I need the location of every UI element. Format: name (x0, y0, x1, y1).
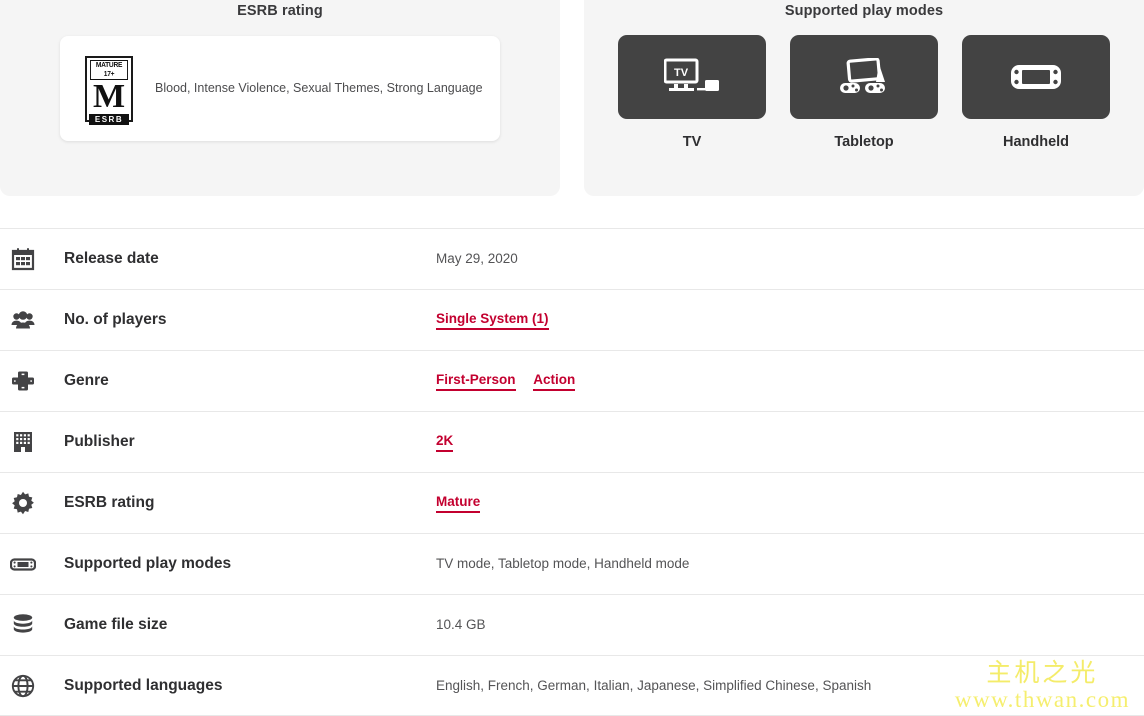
players-icon (8, 308, 38, 332)
handheld-mode-label: Handheld (1002, 134, 1070, 150)
play-mode-tabletop: Tabletop (790, 35, 938, 150)
detail-row-genre: Genre First-Person Action (0, 350, 1144, 411)
tabletop-mode-label: Tabletop (834, 134, 894, 150)
detail-value-esrb-rating: Mature (436, 493, 481, 514)
link-esrb-mature[interactable]: Mature (436, 493, 481, 514)
detail-label-players: No. of players (64, 311, 167, 328)
handheld-console-icon (8, 552, 38, 576)
detail-label-languages: Supported languages (64, 676, 223, 694)
link-genre-first-person[interactable]: First-Person (436, 371, 516, 392)
detail-value-genre: First-Person Action (436, 371, 576, 392)
tv-mode-tile: TV (618, 35, 766, 119)
detail-value-players: Single System (1) (436, 310, 549, 331)
detail-label-file-size: Game file size (64, 616, 168, 633)
svg-text:TV: TV (674, 67, 689, 79)
detail-row-play-modes: Supported play modes TV mode, Tabletop m… (0, 533, 1144, 594)
esrb-rating-card: MATURE 17+ M ESRB Blood, Intense Violenc… (60, 36, 500, 141)
detail-row-esrb-rating: ESRB rating Mature (0, 472, 1144, 533)
database-icon (8, 613, 38, 637)
tv-mode-icon: TV (664, 58, 719, 91)
esrb-content-descriptors: Blood, Intense Violence, Sexual Themes, … (155, 80, 483, 95)
detail-value-languages: English, French, German, Italian, Japane… (436, 677, 872, 693)
esrb-logo-letter: M (89, 79, 129, 114)
building-icon (8, 430, 38, 454)
supported-play-modes-panel: Supported play modes TV TV Tabletop Hand… (584, 0, 1144, 196)
play-mode-handheld: Handheld (962, 35, 1110, 150)
globe-icon (8, 674, 38, 698)
top-panels: ESRB rating MATURE 17+ M ESRB Blood, Int… (0, 0, 1144, 196)
detail-row-release-date: Release date May 29, 2020 (0, 228, 1144, 289)
game-details-list: Release date May 29, 2020 No. of players… (0, 228, 1144, 716)
detail-label-esrb-rating: ESRB rating (64, 494, 155, 511)
esrb-logo-top-text: MATURE 17+ (90, 59, 128, 80)
detail-label-play-modes: Supported play modes (64, 555, 232, 572)
detail-row-file-size: Game file size 10.4 GB (0, 594, 1144, 655)
link-single-system[interactable]: Single System (1) (436, 310, 549, 331)
esrb-rating-panel: ESRB rating MATURE 17+ M ESRB Blood, Int… (0, 0, 560, 196)
dpad-icon (8, 369, 38, 393)
play-modes-panel-title: Supported play modes (784, 3, 944, 19)
detail-label-publisher: Publisher (64, 433, 135, 450)
link-publisher-2k[interactable]: 2K (436, 432, 454, 453)
detail-value-publisher: 2K (436, 432, 454, 453)
esrb-logo-icon: MATURE 17+ M ESRB (85, 55, 133, 125)
handheld-mode-tile (962, 35, 1110, 119)
calendar-icon (8, 247, 38, 271)
detail-row-publisher: Publisher 2K (0, 411, 1144, 472)
esrb-panel-title: ESRB rating (237, 3, 323, 19)
tabletop-mode-tile (790, 35, 938, 119)
play-modes-row: TV TV Tabletop Handheld (584, 35, 1144, 150)
play-mode-tv: TV TV (618, 35, 766, 150)
game-details-page: ESRB rating MATURE 17+ M ESRB Blood, Int… (0, 0, 1144, 716)
tabletop-mode-icon (840, 58, 885, 93)
detail-row-languages: Supported languages English, French, Ger… (0, 655, 1144, 716)
detail-row-players: No. of players Single System (1) (0, 289, 1144, 350)
detail-label-release-date: Release date (64, 250, 159, 267)
detail-label-genre: Genre (64, 372, 109, 389)
detail-value-play-modes: TV mode, Tabletop mode, Handheld mode (436, 556, 690, 572)
esrb-logo-bottom-text: ESRB (89, 113, 129, 125)
detail-value-file-size: 10.4 GB (436, 617, 486, 633)
gear-icon (8, 491, 38, 515)
link-genre-action[interactable]: Action (533, 371, 576, 392)
handheld-mode-icon (1011, 65, 1061, 89)
detail-value-release-date: May 29, 2020 (436, 251, 518, 267)
tv-mode-label: TV (682, 134, 702, 150)
